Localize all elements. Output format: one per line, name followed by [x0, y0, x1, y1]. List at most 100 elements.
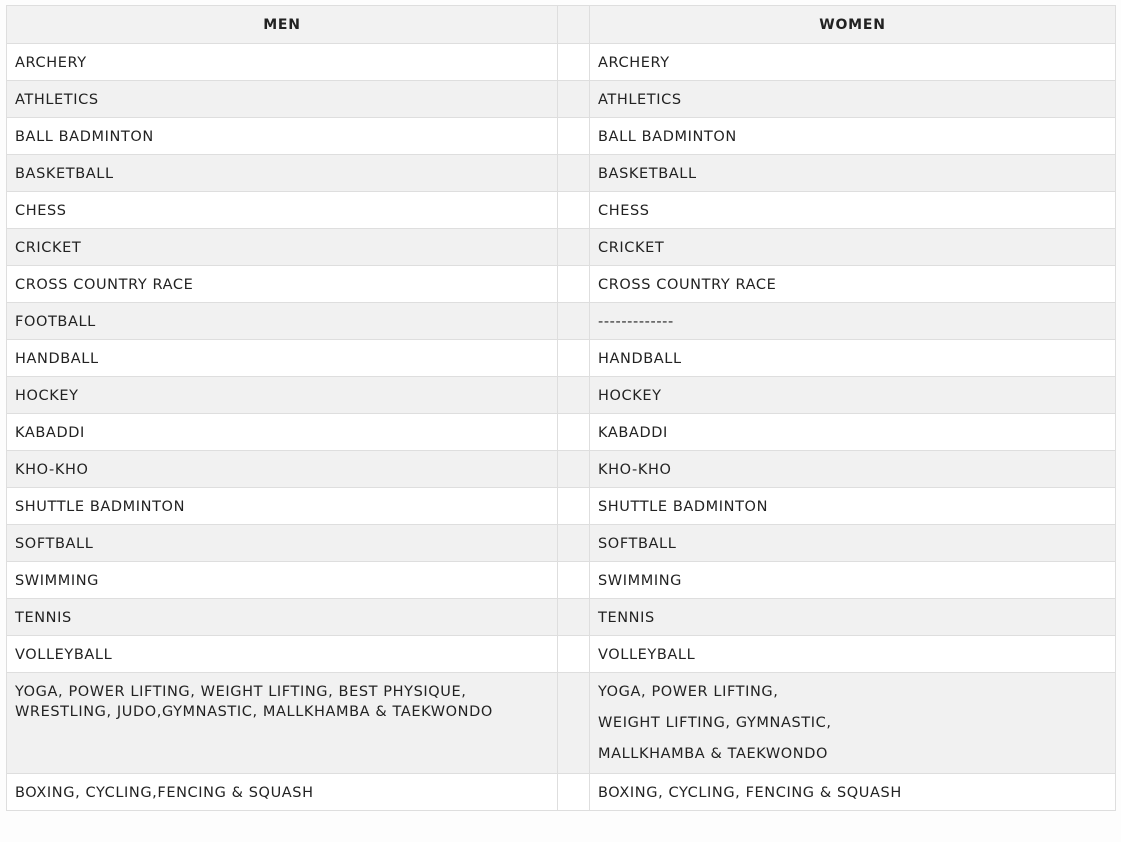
cell-text: SWIMMING: [598, 573, 682, 589]
cell-women: BASKETBALL: [589, 154, 1116, 192]
cell-gap: [557, 376, 590, 414]
cell-women: KHO-KHO: [589, 450, 1116, 488]
cell-text: HANDBALL: [15, 351, 99, 367]
sports-table-container: MEN WOMEN ARCHERY ARCHERY ATHLETICS ATHLETI…: [6, 5, 1116, 811]
cell-women: SWIMMING: [589, 561, 1116, 599]
cell-text: CROSS COUNTRY RACE: [15, 277, 194, 293]
cell-text: SHUTTLE BADMINTON: [598, 499, 769, 515]
cell-text: KABADDI: [598, 425, 668, 441]
cell-text: SHUTTLE BADMINTON: [15, 499, 186, 515]
cell-men: SHUTTLE BADMINTON: [6, 487, 558, 525]
table-row: SOFTBALL SOFTBALL: [6, 524, 1116, 562]
cell-gap: [557, 265, 590, 303]
cell-men: CRICKET: [6, 228, 558, 266]
cell-women: HOCKEY: [589, 376, 1116, 414]
cell-text: MALLKHAMBA & TAEKWONDO: [598, 746, 828, 762]
cell-men: VOLLEYBALL: [6, 635, 558, 673]
cell-text: VOLLEYBALL: [598, 647, 696, 663]
cell-gap: [557, 302, 590, 340]
cell-gap: [557, 773, 590, 811]
cell-gap: [557, 228, 590, 266]
cell-text: CROSS COUNTRY RACE: [598, 277, 777, 293]
cell-text: WEIGHT LIFTING, GYMNASTIC,: [598, 715, 832, 731]
cell-text: YOGA, POWER LIFTING, WEIGHT LIFTING, BES…: [15, 684, 467, 700]
cell-women: -------------: [589, 302, 1116, 340]
cell-gap: [557, 117, 590, 155]
table-row: ARCHERY ARCHERY: [6, 43, 1116, 81]
table-row: YOGA, POWER LIFTING, WEIGHT LIFTING, BES…: [6, 672, 1116, 774]
cell-women: BOXING, CYCLING, FENCING & SQUASH: [589, 773, 1116, 811]
table-row: HANDBALL HANDBALL: [6, 339, 1116, 377]
cell-gap: [557, 598, 590, 636]
cell-text: BASKETBALL: [598, 166, 697, 182]
cell-text: SOFTBALL: [598, 536, 677, 552]
table-row: BALL BADMINTON BALL BADMINTON: [6, 117, 1116, 155]
table-row: HOCKEY HOCKEY: [6, 376, 1116, 414]
cell-gap: [557, 80, 590, 118]
table-header-row: MEN WOMEN: [6, 5, 1116, 44]
cell-men: TENNIS: [6, 598, 558, 636]
cell-gap: [557, 450, 590, 488]
table-row: CRICKET CRICKET: [6, 228, 1116, 266]
cell-text: BALL BADMINTON: [598, 129, 737, 145]
cell-gap: [557, 635, 590, 673]
cell-women: CROSS COUNTRY RACE: [589, 265, 1116, 303]
cell-women: YOGA, POWER LIFTING, WEIGHT LIFTING, GYMN…: [589, 672, 1116, 774]
cell-text: HOCKEY: [598, 388, 662, 404]
table-row: BASKETBALL BASKETBALL: [6, 154, 1116, 192]
cell-text: KHO-KHO: [598, 462, 672, 478]
table-row: KABADDI KABADDI: [6, 413, 1116, 451]
cell-gap: [557, 43, 590, 81]
cell-text: TENNIS: [598, 610, 655, 626]
cell-women: TENNIS: [589, 598, 1116, 636]
cell-women: VOLLEYBALL: [589, 635, 1116, 673]
cell-text: KABADDI: [15, 425, 85, 441]
cell-men: BOXING, CYCLING,FENCING & SQUASH: [6, 773, 558, 811]
table-row: VOLLEYBALL VOLLEYBALL: [6, 635, 1116, 673]
cell-men: CROSS COUNTRY RACE: [6, 265, 558, 303]
cell-men: SWIMMING: [6, 561, 558, 599]
cell-men: ATHLETICS: [6, 80, 558, 118]
table-row: KHO-KHO KHO-KHO: [6, 450, 1116, 488]
table-row: ATHLETICS ATHLETICS: [6, 80, 1116, 118]
cell-women: SHUTTLE BADMINTON: [589, 487, 1116, 525]
cell-text: ARCHERY: [15, 55, 87, 71]
cell-gap: [557, 191, 590, 229]
cell-gap: [557, 154, 590, 192]
cell-women: ATHLETICS: [589, 80, 1116, 118]
cell-men: BASKETBALL: [6, 154, 558, 192]
cell-women: KABADDI: [589, 413, 1116, 451]
cell-text: -------------: [598, 314, 674, 330]
cell-gap: [557, 339, 590, 377]
cell-text: ATHLETICS: [598, 92, 682, 108]
cell-text: HANDBALL: [598, 351, 682, 367]
cell-gap: [557, 672, 590, 774]
cell-text: SOFTBALL: [15, 536, 94, 552]
cell-men: BALL BADMINTON: [6, 117, 558, 155]
cell-text: HOCKEY: [15, 388, 79, 404]
table-row: FOOTBALL -------------: [6, 302, 1116, 340]
cell-men: CHESS: [6, 191, 558, 229]
table-body: ARCHERY ARCHERY ATHLETICS ATHLETICS BALL BAD…: [6, 43, 1116, 811]
cell-text: CRICKET: [15, 240, 82, 256]
cell-text: YOGA, POWER LIFTING,: [598, 684, 779, 700]
cell-men: KHO-KHO: [6, 450, 558, 488]
cell-text: CRICKET: [598, 240, 665, 256]
cell-text: BOXING, CYCLING, FENCING & SQUASH: [598, 785, 902, 801]
cell-text: TENNIS: [15, 610, 72, 626]
cell-gap: [557, 524, 590, 562]
cell-text: BALL BADMINTON: [15, 129, 154, 145]
cell-gap: [557, 561, 590, 599]
cell-text: BASKETBALL: [15, 166, 114, 182]
cell-text: SWIMMING: [15, 573, 99, 589]
table-row: SWIMMING SWIMMING: [6, 561, 1116, 599]
cell-women: SOFTBALL: [589, 524, 1116, 562]
cell-text: VOLLEYBALL: [15, 647, 113, 663]
cell-men: KABADDI: [6, 413, 558, 451]
cell-text: CHESS: [598, 203, 650, 219]
cell-men: FOOTBALL: [6, 302, 558, 340]
header-gap: [557, 5, 590, 44]
sports-table: MEN WOMEN ARCHERY ARCHERY ATHLETICS ATHLETI…: [6, 5, 1116, 811]
cell-text: CHESS: [15, 203, 67, 219]
table-row: CHESS CHESS: [6, 191, 1116, 229]
